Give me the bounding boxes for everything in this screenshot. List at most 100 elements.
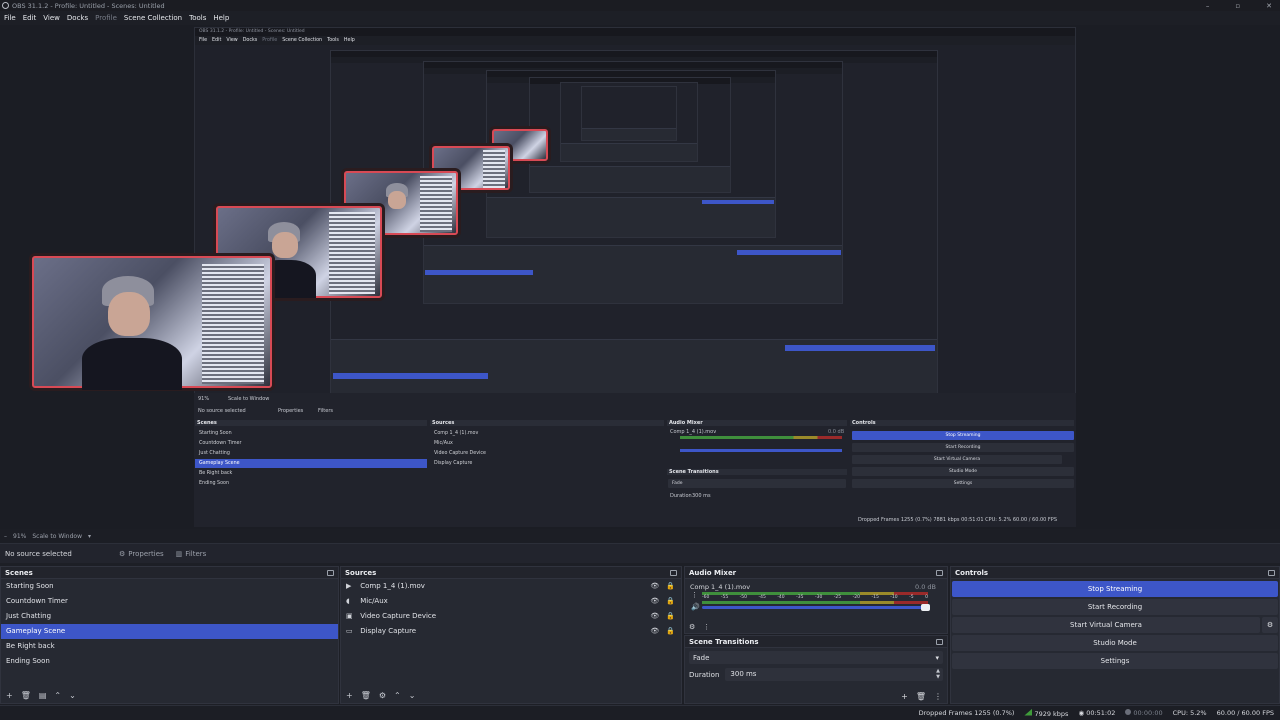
eye-icon[interactable]: 👁 [650,624,659,639]
record-time-value: 00:00:00 [1133,709,1163,717]
inner-stop-streaming: Stop Streaming [852,431,1074,440]
undock-icon[interactable] [1268,569,1275,576]
move-down-icon[interactable]: ⌄ [409,691,416,700]
filters-button[interactable]: ▥ Filters [170,547,213,561]
source-item[interactable]: ▶ Comp 1_4 (1).mov 👁 🔒 [341,579,681,594]
move-up-icon[interactable]: ⌃ [394,691,401,700]
inner-scene-item: Just Chatting [199,451,230,456]
scene-item[interactable]: Ending Soon [1,654,338,669]
move-down-icon[interactable]: ⌄ [69,691,76,700]
volume-meter [702,601,928,604]
inner-scale: Scale to Window [228,396,270,402]
zoom-level[interactable]: 91% [13,533,26,540]
spin-arrows-icon[interactable]: ▲ ▼ [936,668,940,680]
minimize-button[interactable]: – [1206,2,1210,10]
scale-mode-select[interactable]: Scale to Window [32,533,82,540]
menu-docks[interactable]: Docks [67,14,88,22]
menu-profile[interactable]: Profile [95,14,117,22]
scene-item-selected[interactable]: Gameplay Scene [1,624,338,639]
inner-no-source: No source selected [198,408,246,414]
meter-ticks: -60 -55 -50 -45 -40 -35 -30 -25 -20 -15 … [702,595,928,601]
record-time: 00:00:00 [1125,709,1163,717]
lock-icon[interactable]: 🔒 [666,609,675,624]
lock-icon[interactable]: 🔒 [666,579,675,594]
volume-slider[interactable] [702,604,930,611]
trash-icon[interactable]: 🗑 [916,692,926,701]
scene-item[interactable]: Be Right back [1,639,338,654]
camera-icon: ▣ [346,612,353,620]
webcam-overlay[interactable] [32,256,272,390]
stream-time-value: 00:51:02 [1086,709,1116,717]
virtual-camera-settings-icon[interactable]: ⚙ [1262,617,1278,633]
inner-status: Dropped Frames 1255 (0.7%) 7881 kbps 00:… [858,517,1057,523]
source-label: Video Capture Device [360,612,437,620]
bitrate-value: 7929 kbps [1034,709,1069,718]
meter-tick: 0 [925,595,928,600]
add-source-icon[interactable]: + [346,691,353,700]
source-item[interactable]: ▣ Video Capture Device 👁 🔒 [341,609,681,624]
meter-tick: -45 [758,595,766,600]
duration-input[interactable]: 300 ms ▲ ▼ [725,668,943,681]
menu-file[interactable]: File [4,14,16,22]
signal-icon [1024,708,1033,716]
maximize-button[interactable]: ▫ [1235,2,1240,10]
transition-select[interactable]: Fade ▾ [689,651,943,664]
studio-mode-button[interactable]: Studio Mode [952,635,1278,651]
mixer-menu-icon[interactable]: ⋮ [703,623,710,631]
lock-icon[interactable]: 🔒 [666,594,675,609]
transition-menu-icon[interactable]: ⋮ [934,692,942,701]
cpu-usage: CPU: 5.2% [1172,709,1207,717]
speaker-icon[interactable]: 🔊 [691,603,700,611]
kebab-menu-icon[interactable]: ⋮ [691,591,698,599]
inner-duration-value: 300 ms [692,493,711,499]
advanced-audio-icon[interactable]: ⚙ [689,623,695,631]
source-item[interactable]: ▭ Display Capture 👁 🔒 [341,624,681,639]
zoom-out-icon[interactable]: – [4,533,7,540]
inner-title-bar: OBS 31.1.2 - Profile: Untitled - Scenes:… [195,28,1075,36]
inner-start-recording: Start Recording [852,443,1074,452]
scene-item[interactable]: Starting Soon [1,579,338,594]
inner-meter [680,436,842,439]
gear-icon: ⚙ [119,549,126,558]
move-up-icon[interactable]: ⌃ [54,691,61,700]
eye-icon[interactable]: 👁 [650,609,659,624]
add-scene-icon[interactable]: + [6,691,13,700]
undock-icon[interactable] [936,638,943,645]
inner-mixer-db: 0.0 dB [828,429,845,435]
close-button[interactable]: ✕ [1266,2,1272,10]
undock-icon[interactable] [670,569,677,576]
settings-button[interactable]: Settings [952,653,1278,669]
menu-tools[interactable]: Tools [189,14,206,22]
inner-zoom: 91% [198,396,210,402]
volume-slider-handle[interactable] [921,604,930,611]
menu-view[interactable]: View [43,14,60,22]
menu-edit[interactable]: Edit [23,14,37,22]
undock-icon[interactable] [936,569,943,576]
eye-icon[interactable]: 👁 [650,594,659,609]
scene-item[interactable]: Countdown Timer [1,594,338,609]
eye-icon[interactable]: 👁 [650,579,659,594]
context-bar: No source selected ⚙ Properties ▥ Filter… [0,543,1280,563]
properties-button[interactable]: ⚙ Properties [113,547,170,561]
lock-icon[interactable]: 🔒 [666,624,675,639]
inner-source-item: Mic/Aux [434,441,453,446]
undock-icon[interactable] [327,569,334,576]
trash-icon[interactable]: 🗑 [361,691,371,700]
duration-row: Duration 300 ms ▲ ▼ [685,668,947,681]
start-recording-button[interactable]: Start Recording [952,599,1278,615]
menu-scene-collection[interactable]: Scene Collection [124,14,182,22]
gear-icon[interactable]: ⚙ [379,691,386,700]
mixer-track-name: Comp 1_4 (1).mov [690,583,751,591]
mic-icon: ◖ [346,597,350,605]
menu-help[interactable]: Help [213,14,229,22]
trash-icon[interactable]: 🗑 [21,691,31,700]
scene-filters-icon[interactable]: ▤ [39,691,47,700]
source-item[interactable]: ◖ Mic/Aux 👁 🔒 [341,594,681,609]
start-virtual-camera-button[interactable]: Start Virtual Camera ⚙ [952,617,1278,633]
stop-streaming-button[interactable]: Stop Streaming [952,581,1278,597]
chevron-down-icon[interactable]: ▾ [88,533,91,540]
nested-window-4 [529,77,731,193]
add-transition-icon[interactable]: + [901,692,908,701]
meter-tick: -10 [890,595,898,600]
scene-item[interactable]: Just Chatting [1,609,338,624]
